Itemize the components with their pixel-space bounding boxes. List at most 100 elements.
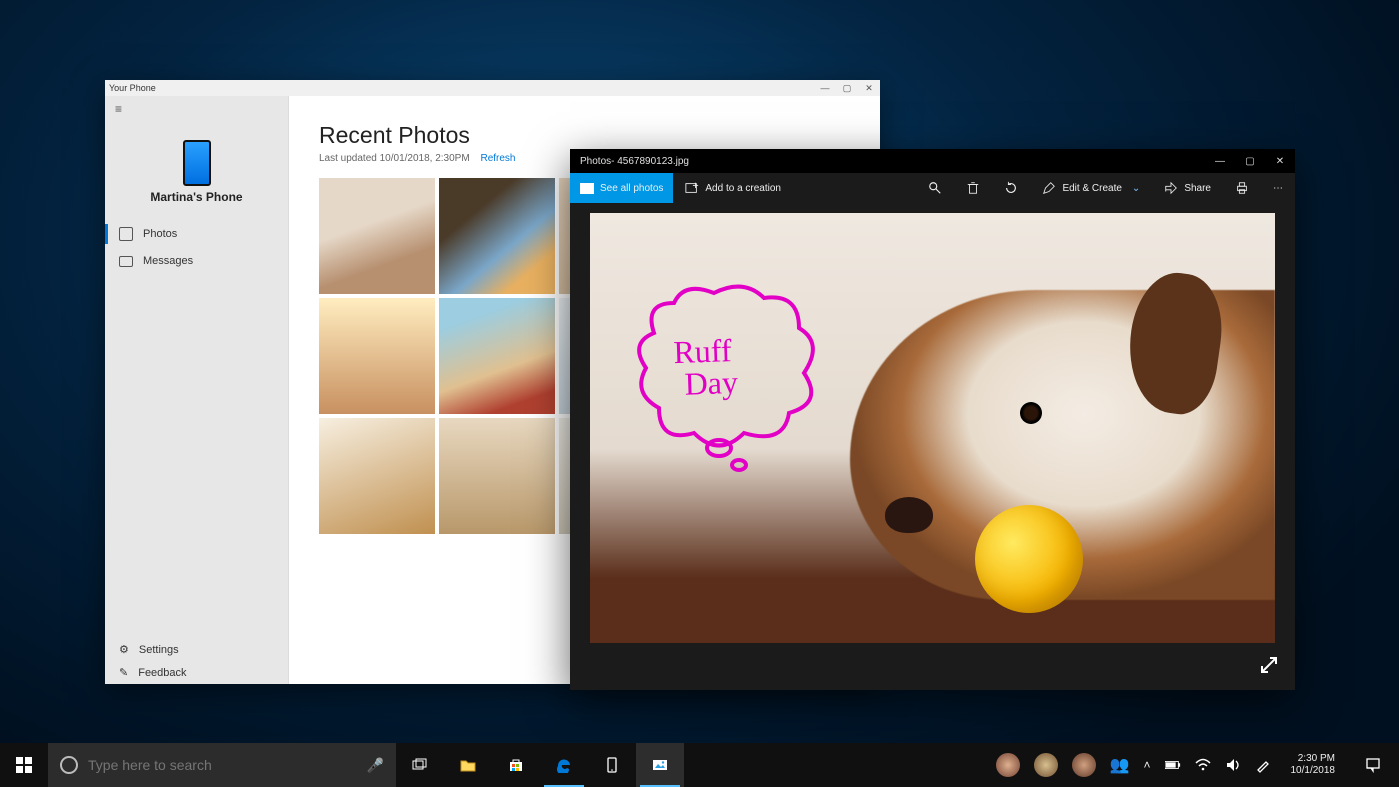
edit-icon [1042,181,1056,195]
maximize-button[interactable]: ▢ [1235,149,1265,173]
add-creation-icon [685,181,699,195]
phone-name-label: Martina's Phone [105,190,288,204]
task-view-button[interactable] [396,743,444,787]
close-button[interactable]: ✕ [858,80,880,96]
photos-app-icon [652,757,668,773]
maximize-button[interactable]: ▢ [836,80,858,96]
fullscreen-button[interactable] [1259,655,1279,680]
zoom-button[interactable] [916,173,954,203]
sidebar-item-label: Feedback [138,667,186,679]
clock-date: 10/1/2018 [1291,765,1336,777]
hamburger-icon[interactable]: ≡ [105,96,288,122]
more-button[interactable]: ⋯ [1261,173,1295,203]
sidebar-item-label: Messages [143,255,193,267]
photo-thumb[interactable] [439,298,555,414]
wifi-icon[interactable] [1195,757,1211,773]
sidebar-item-label: Photos [143,228,177,240]
search-input[interactable] [88,757,357,773]
tray-overflow-icon[interactable]: ˄ [1143,758,1150,772]
minimize-button[interactable]: — [814,80,836,96]
your-phone-title: Your Phone [109,83,156,93]
windows-logo-icon [16,757,32,773]
phone-icon [604,757,620,773]
ball-illustration [975,505,1083,613]
button-label: Edit & Create [1062,183,1121,194]
button-label: Add to a creation [705,183,781,194]
photos-icon [119,227,133,241]
sidebar-item-feedback[interactable]: ✎ Feedback [105,661,288,684]
ink-workspace-icon[interactable] [1255,757,1271,773]
photo-thumb[interactable] [439,178,555,294]
picture-icon [580,183,594,194]
people-avatar[interactable] [1072,753,1096,777]
print-button[interactable] [1223,173,1261,203]
folder-icon [460,757,476,773]
photos-toolbar: See all photos Add to a creation Edit & … [570,173,1295,203]
people-bar-icon[interactable]: 👥 [1110,755,1130,775]
ink-text-line2: Day [684,366,738,400]
task-view-icon [412,757,428,773]
taskbar-search[interactable]: 🎤 [48,743,396,787]
edge-browser-button[interactable] [540,743,588,787]
last-updated-text: Last updated 10/01/2018, 2:30PM [319,153,470,164]
sidebar-item-messages[interactable]: Messages [105,248,288,274]
chevron-down-icon: ⌄ [1128,183,1140,194]
photos-taskbar-button[interactable] [636,743,684,787]
photos-title: Photos- 4567890123.jpg [580,156,689,167]
delete-button[interactable] [954,173,992,203]
taskbar: 🎤 👥 ˄ 2:30 PM 10/1/2018 [0,743,1399,787]
add-to-creation-button[interactable]: Add to a creation [673,173,793,203]
people-avatar[interactable] [1034,753,1058,777]
share-button[interactable]: Share [1152,173,1223,203]
close-button[interactable]: ✕ [1265,149,1295,173]
system-tray: 👥 ˄ 2:30 PM 10/1/2018 [996,743,1399,787]
start-button[interactable] [0,743,48,787]
edit-create-button[interactable]: Edit & Create ⌄ [1030,173,1152,203]
feedback-icon: ✎ [119,666,128,679]
microphone-icon[interactable]: 🎤 [367,757,384,774]
ellipsis-icon: ⋯ [1273,183,1283,194]
ink-thought-bubble: Ruff Day [624,273,834,473]
phone-illustration-icon [183,140,211,186]
sidebar-item-label: Settings [139,644,179,656]
action-center-button[interactable] [1355,743,1391,787]
clock-button[interactable]: 2:30 PM 10/1/2018 [1285,753,1342,777]
minimize-button[interactable]: — [1205,149,1235,173]
photo-thumb[interactable] [319,418,435,534]
refresh-link[interactable]: Refresh [480,153,515,164]
file-explorer-button[interactable] [444,743,492,787]
trash-icon [966,181,980,195]
photo-thumb[interactable] [319,298,435,414]
button-label: See all photos [600,183,663,194]
your-phone-titlebar[interactable]: Your Phone — ▢ ✕ [105,80,880,96]
expand-icon [1259,655,1279,675]
volume-icon[interactable] [1225,757,1241,773]
battery-icon[interactable] [1165,757,1181,773]
ink-text-line1: Ruff [673,334,737,368]
magnifier-icon [928,181,942,195]
edge-icon [556,757,572,773]
store-icon [508,757,524,773]
your-phone-sidebar: ≡ Martina's Phone Photos Messages ⚙ Sett… [105,96,289,684]
photo-viewport[interactable]: Ruff Day [570,203,1295,690]
share-icon [1164,181,1178,195]
photo-thumb[interactable] [319,178,435,294]
your-phone-taskbar-button[interactable] [588,743,636,787]
photos-window: Photos- 4567890123.jpg — ▢ ✕ See all pho… [570,149,1295,690]
photo-thumb[interactable] [439,418,555,534]
microsoft-store-button[interactable] [492,743,540,787]
see-all-photos-button[interactable]: See all photos [570,173,673,203]
gear-icon: ⚙ [119,643,129,656]
people-avatar[interactable] [996,753,1020,777]
rotate-button[interactable] [992,173,1030,203]
page-title: Recent Photos [319,122,850,149]
notifications-icon [1365,757,1381,773]
photo-content: Ruff Day [590,213,1275,643]
photos-titlebar[interactable]: Photos- 4567890123.jpg — ▢ ✕ [570,149,1295,173]
printer-icon [1235,181,1249,195]
messages-icon [119,256,133,267]
rotate-icon [1004,181,1018,195]
sidebar-item-settings[interactable]: ⚙ Settings [105,638,288,661]
sidebar-item-photos[interactable]: Photos [105,220,288,248]
button-label: Share [1184,183,1211,194]
